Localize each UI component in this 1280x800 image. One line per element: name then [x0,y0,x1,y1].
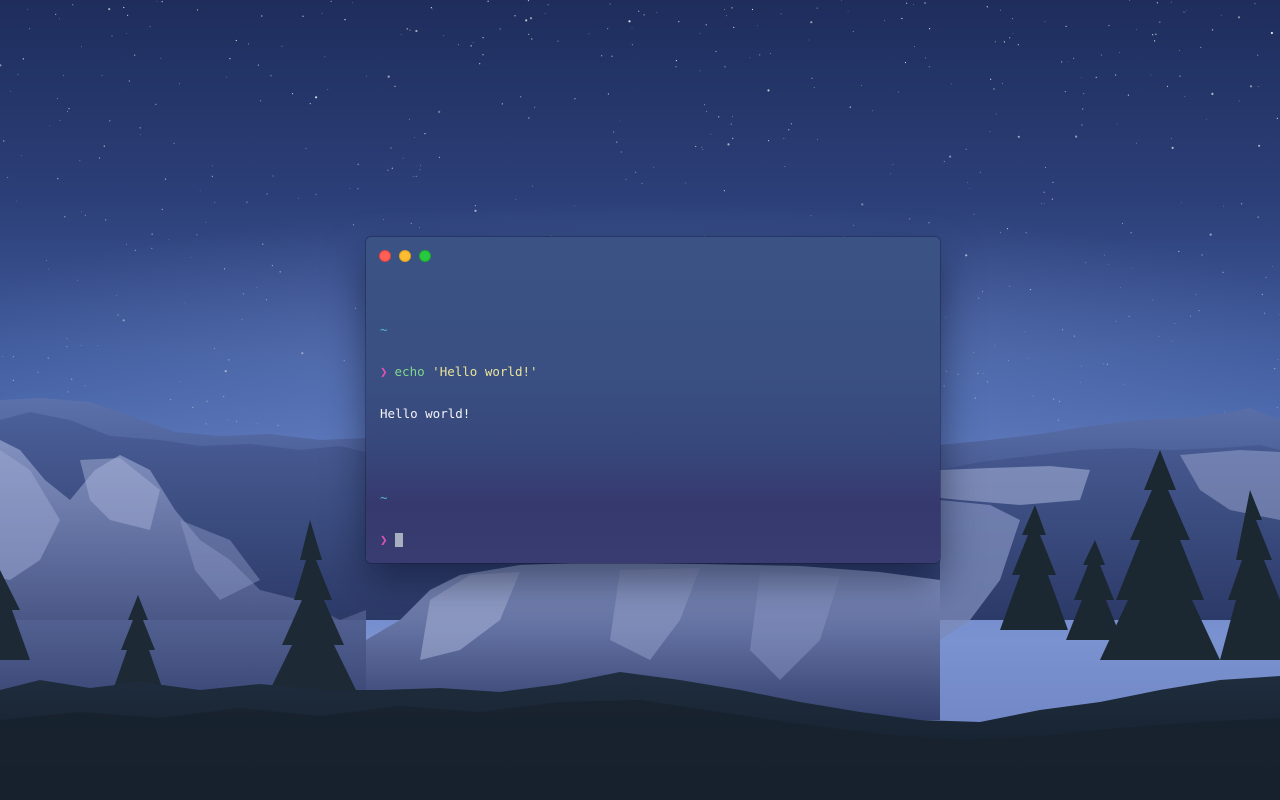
command-output: Hello world! [380,406,471,421]
text-cursor [394,533,403,547]
output-line: Hello world! [380,407,926,421]
active-prompt-line[interactable]: ❯ [380,533,926,547]
prompt-symbol: ❯ [380,364,388,379]
terminal-window[interactable]: ~ ❯ echo 'Hello world!' Hello world! ~ ❯ [366,237,940,563]
command-line: ❯ echo 'Hello world!' [380,365,926,379]
close-button[interactable] [379,250,391,262]
command-argument: 'Hello world!' [432,364,538,379]
terminal-titlebar[interactable] [366,237,940,275]
terminal-output[interactable]: ~ ❯ echo 'Hello world!' Hello world! ~ ❯ [380,295,926,553]
maximize-button[interactable] [419,250,431,262]
directory-line: ~ [380,323,926,337]
window-controls [379,250,431,262]
directory-label: ~ [380,322,388,337]
directory-line: ~ [380,491,926,505]
command-name: echo [394,364,425,379]
minimize-button[interactable] [399,250,411,262]
directory-label: ~ [380,490,388,505]
prompt-symbol: ❯ [380,532,388,547]
